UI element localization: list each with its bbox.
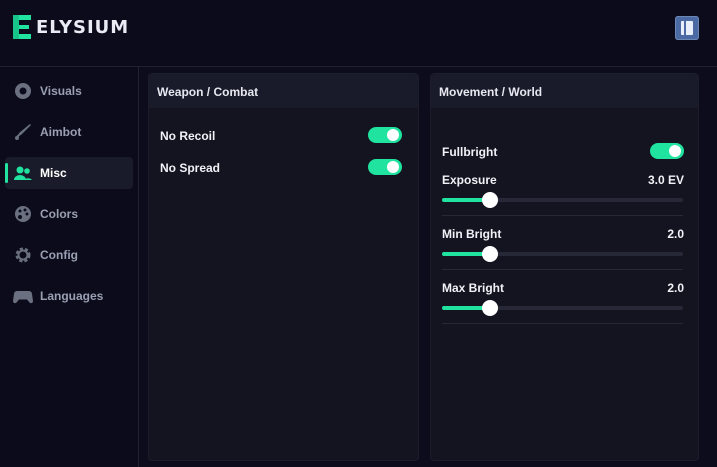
panel-title: Movement / World (431, 74, 698, 108)
toggle-knob (669, 145, 681, 157)
toggle-label: No Spread (160, 161, 221, 175)
slider-label: Max Bright (442, 281, 505, 295)
slider-thumb[interactable] (482, 246, 498, 262)
sidebar-item-label: Colors (40, 207, 79, 221)
sidebar-item-config[interactable]: Config (5, 239, 133, 271)
toggle-knob (387, 161, 399, 173)
sidebar-item-label: Visuals (40, 84, 82, 98)
slider-thumb[interactable] (482, 300, 498, 316)
slider-value: 3.0 EV (647, 173, 684, 187)
weapon-combat-panel: Weapon / Combat No Recoil No Spread (148, 73, 419, 461)
panel-title: Weapon / Combat (149, 74, 418, 108)
sidebar-item-colors[interactable]: Colors (5, 198, 133, 230)
max-bright-slider[interactable] (442, 300, 683, 316)
sidebar-item-misc[interactable]: Misc (5, 157, 133, 189)
active-indicator (5, 163, 8, 183)
min-bright-slider[interactable] (442, 246, 683, 262)
sidebar-item-label: Aimbot (40, 125, 82, 139)
toggle-label: No Recoil (160, 129, 216, 143)
sidebar-item-languages[interactable]: Languages (5, 280, 133, 312)
sidebar-item-label: Languages (40, 289, 104, 303)
users-icon (13, 163, 33, 183)
divider (442, 215, 683, 216)
fullbright-toggle[interactable] (650, 143, 684, 159)
slider-value: 2.0 (667, 281, 684, 295)
book-icon[interactable] (675, 16, 699, 40)
gamepad-icon (13, 286, 33, 306)
no-recoil-toggle[interactable] (368, 127, 402, 143)
top-bar: ELYSIUM (0, 0, 717, 67)
no-spread-toggle[interactable] (368, 159, 402, 175)
eye-icon (13, 81, 33, 101)
sidebar-item-visuals[interactable]: Visuals (5, 75, 133, 107)
toggle-label: Fullbright (442, 145, 498, 159)
logo-mark-icon (11, 14, 33, 40)
slider-label: Min Bright (442, 227, 502, 241)
palette-icon (13, 204, 33, 224)
sidebar-item-label: Misc (40, 166, 67, 180)
logo: ELYSIUM (11, 14, 129, 40)
logo-text: ELYSIUM (36, 16, 130, 38)
gear-icon (13, 245, 33, 265)
slider-value: 2.0 (667, 227, 684, 241)
sidebar: Visuals Aimbot Misc Colors Config Langua… (0, 67, 139, 467)
sword-icon (13, 122, 33, 142)
sidebar-item-label: Config (40, 248, 78, 262)
divider (442, 323, 683, 324)
movement-world-panel: Movement / World Fullbright Exposure 3.0… (430, 73, 699, 461)
sidebar-item-aimbot[interactable]: Aimbot (5, 116, 133, 148)
slider-label: Exposure (442, 173, 497, 187)
divider (442, 269, 683, 270)
toggle-knob (387, 129, 399, 141)
exposure-slider[interactable] (442, 192, 683, 208)
slider-thumb[interactable] (482, 192, 498, 208)
